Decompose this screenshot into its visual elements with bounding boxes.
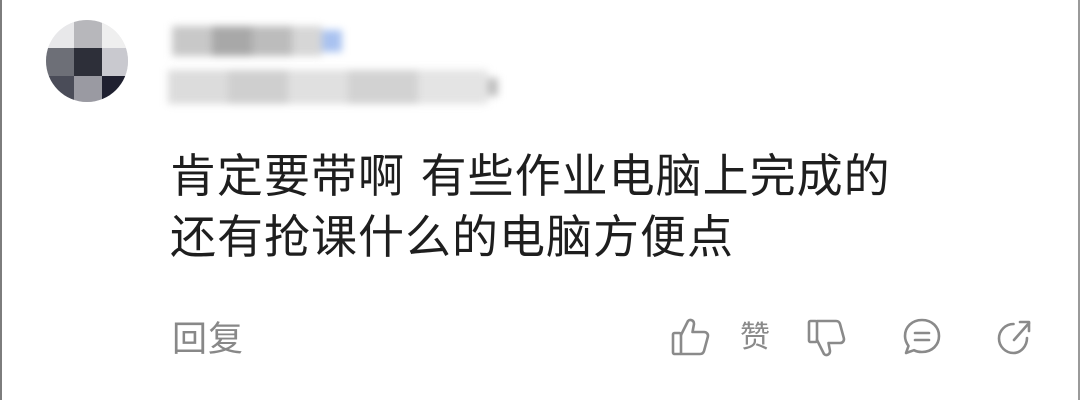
like-button-label[interactable]: 赞 — [740, 318, 770, 358]
comment-bubble-icon[interactable] — [902, 316, 942, 358]
comment-card: 肯定要带啊 有些作业电脑上完成的 还有抢课什么的电脑方便点 回复 赞 — [0, 0, 1080, 400]
comment-line: 肯定要带啊 有些作业电脑上完成的 — [170, 149, 891, 203]
share-icon[interactable] — [994, 316, 1034, 358]
action-bar: 赞 — [2, 314, 1080, 364]
comment-line: 还有抢课什么的电脑方便点 — [170, 210, 734, 264]
avatar[interactable] — [46, 20, 128, 102]
comment-body: 肯定要带啊 有些作业电脑上完成的 还有抢课什么的电脑方便点 — [170, 146, 1050, 268]
thumbs-up-icon[interactable] — [670, 316, 710, 358]
thumbs-down-icon[interactable] — [806, 318, 846, 360]
